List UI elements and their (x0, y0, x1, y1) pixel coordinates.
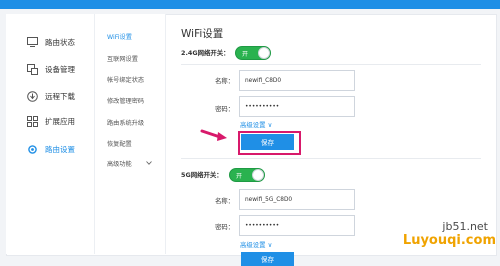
band24-save-button[interactable]: 保存 (241, 134, 294, 150)
nav-item-router-settings[interactable]: 路由设置 (6, 140, 94, 158)
band24-password-label: 密码： (215, 106, 234, 113)
band5-password-input[interactable]: •••••••••• (239, 215, 355, 236)
nav-item-label: 设备管理 (45, 64, 75, 74)
subnav-label: 帐号绑定状态 (107, 76, 145, 84)
left-nav: 路由状态 设备管理 远程下载 扩展应用 路由设置 (6, 14, 95, 254)
band5-password-label: 密码： (215, 224, 234, 231)
settings-subnav: WiFi设置 互联网设置 帐号绑定状态 修改管理密码 路由系统升级 恢复配置 高… (95, 14, 166, 254)
nav-item-label: 路由状态 (45, 37, 75, 47)
subnav-item-internet[interactable]: 互联网设置 (107, 51, 165, 65)
toggle-knob (252, 169, 264, 181)
chevron-down-icon (145, 160, 152, 167)
subnav-item-wifi[interactable]: WiFi设置 (107, 29, 165, 43)
band24-name-label: 名称： (215, 78, 234, 85)
nav-item-label: 远程下载 (45, 91, 75, 101)
page-title: WiFi设置 (181, 28, 224, 40)
nav-item-router-status[interactable]: 路由状态 (6, 33, 94, 51)
subnav-label: 修改管理密码 (107, 97, 145, 105)
apps-icon (26, 115, 38, 127)
watermark-site: jb51.net (442, 220, 488, 233)
subnav-label: 互联网设置 (107, 55, 138, 63)
watermark-logo: Luyouqi.com (402, 233, 496, 248)
nav-item-device-management[interactable]: 设备管理 (6, 60, 94, 78)
subnav-item-admin-password[interactable]: 修改管理密码 (107, 93, 165, 107)
band5-advanced-link[interactable]: 高级设置 ∨ (240, 240, 272, 249)
divider (181, 158, 481, 159)
gear-icon (26, 143, 38, 155)
subnav-label: 恢复配置 (107, 140, 132, 148)
nav-item-remote-download[interactable]: 远程下载 (6, 87, 94, 105)
band24-password-input[interactable]: •••••••••• (239, 96, 355, 117)
nav-item-label: 扩展应用 (45, 116, 75, 126)
subnav-item-restore-config[interactable]: 恢复配置 (107, 136, 165, 150)
monitor-icon (26, 36, 38, 48)
divider (181, 64, 481, 65)
device-icon (26, 63, 38, 75)
toggle-knob (258, 47, 270, 59)
band5-switch-label: 5G网络开关： (181, 171, 223, 179)
nav-item-extensions[interactable]: 扩展应用 (6, 112, 94, 130)
toggle-text: 开 (236, 173, 243, 180)
band24-advanced-link[interactable]: 高级设置 ∨ (240, 120, 272, 129)
pointer-arrow-icon (200, 129, 227, 141)
download-icon (26, 90, 38, 102)
subnav-label: 路由系统升级 (107, 119, 145, 127)
subnav-item-account-binding[interactable]: 帐号绑定状态 (107, 72, 165, 86)
band24-switch-label: 2.4G网络开关： (181, 49, 230, 57)
toggle-text: 开 (242, 51, 249, 58)
band5-name-label: 名称： (215, 198, 234, 205)
subnav-label: WiFi设置 (107, 33, 132, 41)
band5-ssid-input[interactable]: newifi_5G_C8D0 (239, 189, 355, 210)
band24-ssid-input[interactable]: newifi_C8D0 (239, 70, 355, 91)
subnav-item-advanced[interactable]: 高级功能 (107, 156, 165, 170)
subnav-label: 高级功能 (107, 160, 132, 168)
band5-save-button[interactable]: 保存 (241, 252, 294, 266)
nav-item-label: 路由设置 (45, 144, 75, 154)
top-bar (0, 0, 500, 9)
band24-toggle[interactable]: 开 (235, 46, 271, 60)
band5-toggle[interactable]: 开 (229, 168, 265, 182)
subnav-item-firmware-upgrade[interactable]: 路由系统升级 (107, 115, 165, 129)
